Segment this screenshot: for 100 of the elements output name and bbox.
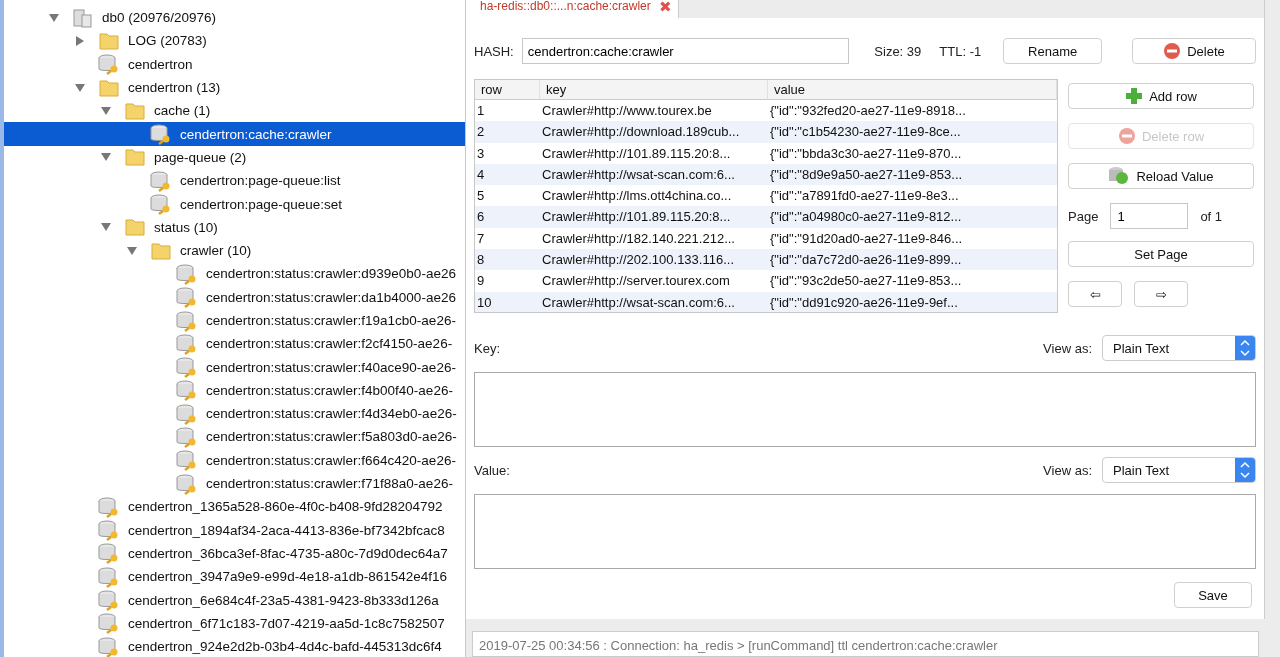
tree-item[interactable]: cendertron_36bca3ef-8fac-4735-a80c-7d9d0dec64a7: [4, 541, 465, 566]
collapse-arrow-icon[interactable]: [126, 244, 138, 257]
table-cell: Crawler#http://wsat-scan.com:6...: [540, 291, 768, 312]
tree-item[interactable]: cendertron:status:crawler:f40ace90-ae26-: [4, 355, 465, 379]
database-key-icon: [150, 169, 172, 192]
size-label: Size: 39: [874, 43, 922, 59]
tree-item[interactable]: cendertron_924e2d2b-03b4-4d4c-bafd-445313dc6f4: [4, 635, 465, 657]
editor-label: Key:: [474, 340, 500, 356]
database-key-icon: [176, 356, 198, 379]
tree-item[interactable]: status (10): [4, 215, 465, 239]
delete-button[interactable]: Delete: [1132, 38, 1256, 64]
tree-item[interactable]: page-queue (2): [4, 145, 465, 170]
tree-item[interactable]: cendertron:status:crawler:f2cf4150-ae26-: [4, 332, 465, 356]
format-dropdown[interactable]: Plain Text: [1102, 335, 1256, 361]
key-editor[interactable]: [474, 372, 1256, 447]
tree-item[interactable]: cendertron:status:crawler:d939e0b0-ae26: [4, 262, 465, 286]
column-header[interactable]: row: [475, 80, 540, 100]
tree-item[interactable]: cendertron_1894af34-2aca-4413-836e-bf7342bfcac8: [4, 518, 465, 542]
tree-item[interactable]: LOG (20783): [4, 29, 465, 53]
page-count: of 1: [1200, 208, 1223, 224]
plus-icon: [1125, 87, 1144, 105]
table-cell: Crawler#http://download.189cub...: [540, 121, 768, 143]
tree-item[interactable]: cendertron:status:crawler:da1b4000-ae26: [4, 285, 465, 309]
column-header[interactable]: key: [540, 80, 768, 100]
minus-circle-icon: [1117, 127, 1136, 145]
stepper-icon: [1235, 458, 1255, 482]
database-key-icon: [176, 472, 198, 495]
tree-item[interactable]: cendertron:status:crawler:f5a803d0-ae26-: [4, 425, 465, 449]
table-cell: {"id":"da7c72d0-ae26-11e9-899...: [768, 249, 1057, 271]
ttl-label: TTL: -1: [939, 43, 982, 59]
previous-page-button[interactable]: ⇦: [1068, 281, 1122, 307]
minus-circle-icon: [1163, 42, 1182, 60]
column-header[interactable]: value: [768, 80, 1057, 100]
tree-item[interactable]: cendertron:page-queue:list: [4, 169, 465, 193]
database-refresh-icon: [1108, 166, 1131, 186]
table-cell: {"id":"8d9e9a50-ae27-11e9-853...: [768, 163, 1057, 186]
tree-item[interactable]: cendertron:status:crawler:f4b00f40-ae26-: [4, 378, 465, 403]
database-key-icon: [176, 286, 198, 309]
collapse-arrow-icon[interactable]: [48, 11, 60, 24]
collapse-arrow-icon[interactable]: [74, 81, 86, 94]
editor-label: Value:: [474, 462, 510, 478]
database-key-icon: [98, 589, 120, 612]
add-row-button[interactable]: Add row: [1068, 83, 1254, 109]
server-icon: [72, 6, 94, 29]
table-cell: Crawler#http://202.100.133.116...: [540, 249, 768, 271]
folder-icon: [124, 146, 146, 169]
tree-item[interactable]: db0 (20976/20976): [4, 6, 465, 30]
tree-item[interactable]: cendertron_6f71c183-7d07-4219-aa5d-1c8c7582507: [4, 611, 465, 635]
key-name-field[interactable]: cendertron:cache:crawler: [521, 38, 850, 64]
tree-item[interactable]: cendertron:status:crawler:f664c420-ae26-: [4, 448, 465, 472]
tree-item[interactable]: cendertron (13): [4, 75, 465, 100]
page-field[interactable]: 1: [1110, 203, 1189, 229]
close-tab-button[interactable]: ✖: [658, 0, 672, 14]
tree-item[interactable]: cendertron:status:crawler:f4d34eb0-ae26-: [4, 402, 465, 426]
database-key-icon: [176, 379, 198, 402]
database-key-icon: [98, 53, 120, 76]
expand-arrow-icon[interactable]: [74, 34, 86, 47]
table-cell: 2: [475, 121, 540, 143]
format-dropdown[interactable]: Plain Text: [1102, 457, 1256, 483]
database-key-icon: [176, 402, 198, 425]
tree-item[interactable]: cendertron_1365a528-860e-4f0c-b408-9fd28204792: [4, 495, 465, 519]
tree-item[interactable]: cendertron:page-queue:set: [4, 192, 465, 216]
database-key-icon: [98, 542, 120, 565]
rename-button[interactable]: Rename: [1003, 38, 1103, 64]
tree-item[interactable]: cendertron_6e684c4f-23a5-4381-9423-8b333d126a: [4, 588, 465, 612]
tree-item[interactable]: cendertron: [4, 52, 465, 76]
page-label: Page: [1068, 208, 1099, 224]
editor-tab[interactable]: ha-redis::db0::...n:cache:crawler ✖: [466, 0, 679, 18]
tree-item[interactable]: cendertron:cache:crawler: [4, 122, 465, 146]
database-key-icon: [176, 332, 198, 355]
database-key-icon: [176, 449, 198, 472]
tree-item[interactable]: cache (1): [4, 99, 465, 123]
save-button[interactable]: Save: [1174, 582, 1252, 608]
database-key-icon: [176, 309, 198, 332]
tree-item[interactable]: crawler (10): [4, 238, 465, 263]
next-page-button[interactable]: ⇨: [1134, 281, 1188, 307]
table-cell: Crawler#http://wsat-scan.com:6...: [540, 163, 768, 186]
collapse-arrow-icon[interactable]: [100, 104, 112, 117]
database-key-icon: [98, 635, 120, 657]
database-key-icon: [176, 262, 198, 285]
database-key-icon: [98, 519, 120, 542]
folder-icon: [124, 216, 146, 239]
database-key-icon: [150, 123, 172, 146]
database-key-icon: [176, 426, 198, 448]
database-key-icon: [98, 565, 120, 588]
tree-item[interactable]: cendertron:status:crawler:f19a1cb0-ae26-: [4, 308, 465, 333]
set-page-button[interactable]: Set Page: [1068, 241, 1254, 267]
database-key-icon: [98, 495, 120, 518]
tree-item[interactable]: cendertron_3947a9e9-e99d-4e18-a1db-861542e4f16: [4, 565, 465, 589]
database-key-icon: [150, 193, 172, 215]
reload-row-button[interactable]: Reload Value: [1068, 163, 1254, 189]
database-key-icon: [98, 612, 120, 635]
table-cell: 8: [475, 249, 540, 271]
table-cell: {"id":"dd91c920-ae26-11e9-9ef...: [768, 291, 1057, 312]
tree-item[interactable]: cendertron:status:crawler:f71f88a0-ae26-: [4, 471, 465, 496]
table-cell: {"id":"c1b54230-ae27-11e9-8ce...: [768, 121, 1057, 143]
table-cell: Crawler#http://101.89.115.20:8...: [540, 206, 768, 228]
table-cell: {"id":"a04980c0-ae27-11e9-812...: [768, 206, 1057, 228]
table-cell: 10: [475, 291, 540, 312]
value-editor[interactable]: [474, 494, 1256, 569]
